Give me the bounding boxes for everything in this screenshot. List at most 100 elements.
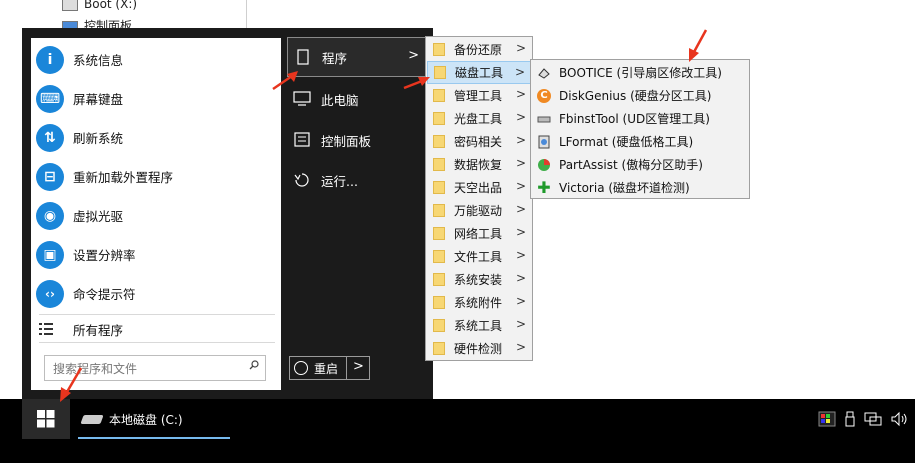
folder-icon <box>433 43 445 56</box>
list-icon <box>39 323 53 335</box>
all-programs-button[interactable]: 所有程序 <box>31 318 123 340</box>
menu-item-label: 程序 <box>322 50 348 66</box>
usb-icon[interactable] <box>843 411 857 427</box>
diskgenius-icon: C <box>537 88 551 103</box>
tree-item-boot-drive[interactable]: Boot (X:) <box>62 0 137 12</box>
menu-item-run[interactable]: 运行... <box>287 161 424 199</box>
menu-item-label: 重新加载外置程序 <box>73 170 174 185</box>
submenu-item-hardware[interactable]: 硬件检测 > <box>427 337 531 360</box>
program-icon <box>297 49 309 65</box>
menu-item-programs[interactable]: 程序 > <box>287 37 426 77</box>
tool-item-victoria[interactable]: ✚ Victoria (磁盘坏道检测) <box>535 176 747 199</box>
folder-icon <box>433 89 445 102</box>
divider <box>39 342 275 343</box>
submenu-item-system-tools[interactable]: 系统工具 > <box>427 314 531 337</box>
submenu-item-label: 系统安装 <box>454 273 503 287</box>
chevron-right-icon: > <box>515 340 526 354</box>
submenu-item-backup[interactable]: 备份还原 > <box>427 38 531 61</box>
menu-item-label: 虚拟光驱 <box>73 209 124 224</box>
submenu-item-label: 光盘工具 <box>454 112 503 126</box>
chevron-right-icon: > <box>515 179 526 193</box>
submenu-item-network[interactable]: 网络工具 > <box>427 222 531 245</box>
tool-item-partassist[interactable]: PartAssist (傲梅分区助手) <box>535 153 747 176</box>
tool-item-bootice[interactable]: BOOTICE (引导扇区修改工具) <box>535 61 747 84</box>
submenu-item-label: 系统附件 <box>454 296 503 310</box>
menu-item-label: 运行... <box>321 173 358 189</box>
disk-tools-submenu: BOOTICE (引导扇区修改工具) C DiskGenius (硬盘分区工具)… <box>530 59 750 199</box>
folder-icon <box>433 296 445 309</box>
control-panel-icon <box>294 132 310 147</box>
color-app-icon[interactable] <box>818 411 836 427</box>
submenu-item-label: 数据恢复 <box>454 158 503 172</box>
run-icon <box>294 173 309 187</box>
submenu-item-label: 密码相关 <box>454 135 503 149</box>
submenu-item-optical[interactable]: 光盘工具 > <box>427 107 531 130</box>
menu-item-label: 屏幕键盘 <box>73 92 124 107</box>
restart-button[interactable]: 重启 > <box>289 356 370 380</box>
chevron-right-icon: > <box>515 271 526 285</box>
submenu-item-tiankong[interactable]: 天空出品 > <box>427 176 531 199</box>
reload-icon: ⊟ <box>36 162 64 191</box>
menu-item-label: 命令提示符 <box>73 287 136 302</box>
tool-item-label: BOOTICE (引导扇区修改工具) <box>559 66 722 80</box>
menu-item-system-info[interactable]: i 系统信息 <box>31 40 281 79</box>
submenu-item-label: 文件工具 <box>454 250 503 264</box>
menu-item-resolution[interactable]: ▣ 设置分辨率 <box>31 235 281 274</box>
annotation-arrow <box>403 77 430 90</box>
restart-label: 重启 <box>314 361 339 376</box>
partassist-icon <box>537 158 551 172</box>
submenu-item-drivers[interactable]: 万能驱动 > <box>427 199 531 222</box>
chevron-right-icon: > <box>514 65 525 79</box>
info-icon: i <box>36 45 64 74</box>
network-icon[interactable] <box>864 411 882 427</box>
tool-item-label: DiskGenius (硬盘分区工具) <box>559 89 712 103</box>
bootice-icon <box>537 66 551 80</box>
folder-icon <box>433 273 445 286</box>
lformat-icon <box>537 135 551 149</box>
refresh-icon: ⇅ <box>36 123 64 152</box>
volume-icon[interactable] <box>890 411 910 427</box>
menu-item-reload-external[interactable]: ⊟ 重新加载外置程序 <box>31 157 281 196</box>
tool-item-label: LFormat (硬盘低格工具) <box>559 135 694 149</box>
chevron-right-icon: > <box>515 156 526 170</box>
menu-item-virtual-drive[interactable]: ◉ 虚拟光驱 <box>31 196 281 235</box>
menu-item-label: 刷新系统 <box>73 131 124 146</box>
chevron-right-icon: > <box>515 87 526 101</box>
taskbar-item-label: 本地磁盘 (C:) <box>109 413 183 427</box>
menu-item-command-prompt[interactable]: ‹› 命令提示符 <box>31 274 281 313</box>
chevron-right-icon: > <box>515 41 526 55</box>
tool-item-diskgenius[interactable]: C DiskGenius (硬盘分区工具) <box>535 84 747 107</box>
submenu-item-management[interactable]: 管理工具 > <box>427 84 531 107</box>
submenu-item-disk-tools[interactable]: 磁盘工具 > <box>427 61 531 84</box>
menu-item-screen-keyboard[interactable]: ⌨ 屏幕键盘 <box>31 79 281 118</box>
submenu-item-label: 磁盘工具 <box>455 66 504 80</box>
tool-item-lformat[interactable]: LFormat (硬盘低格工具) <box>535 130 747 153</box>
submenu-item-data-recovery[interactable]: 数据恢复 > <box>427 153 531 176</box>
menu-item-label: 系统信息 <box>73 53 124 68</box>
submenu-item-accessories[interactable]: 系统附件 > <box>427 291 531 314</box>
start-button[interactable] <box>22 399 70 439</box>
menu-item-control-panel[interactable]: 控制面板 <box>287 121 424 159</box>
chevron-right-icon: > <box>515 248 526 262</box>
submenu-item-password[interactable]: 密码相关 > <box>427 130 531 153</box>
folder-icon <box>434 66 446 79</box>
chevron-right-icon: > <box>408 48 419 63</box>
start-menu-left-pane: i 系统信息 ⌨ 屏幕键盘 ⇅ 刷新系统 ⊟ 重新加载外置程序 ◉ 虚拟光驱 ▣… <box>31 38 281 390</box>
search-icon <box>249 360 259 370</box>
taskbar-item-local-disk[interactable]: 本地磁盘 (C:) <box>78 399 230 439</box>
menu-item-refresh-system[interactable]: ⇅ 刷新系统 <box>31 118 281 157</box>
submenu-item-system-install[interactable]: 系统安装 > <box>427 268 531 291</box>
fbinsttool-icon <box>537 112 551 126</box>
tool-item-fbinsttool[interactable]: FbinstTool (UD区管理工具) <box>535 107 747 130</box>
divider <box>39 314 275 315</box>
tool-item-label: Victoria (磁盘坏道检测) <box>559 181 690 195</box>
drive-icon <box>80 415 104 424</box>
all-programs-label: 所有程序 <box>73 322 124 338</box>
windows-logo-icon <box>37 410 55 428</box>
folder-icon <box>433 342 445 355</box>
keyboard-icon: ⌨ <box>36 84 64 113</box>
folder-icon <box>433 319 445 332</box>
programs-submenu: 备份还原 > 磁盘工具 > 管理工具 > 光盘工具 > 密码相关 > 数据恢复 > 天空出品… <box>425 36 533 361</box>
submenu-item-file-tools[interactable]: 文件工具 > <box>427 245 531 268</box>
power-options-chevron-icon[interactable]: > <box>353 359 364 374</box>
